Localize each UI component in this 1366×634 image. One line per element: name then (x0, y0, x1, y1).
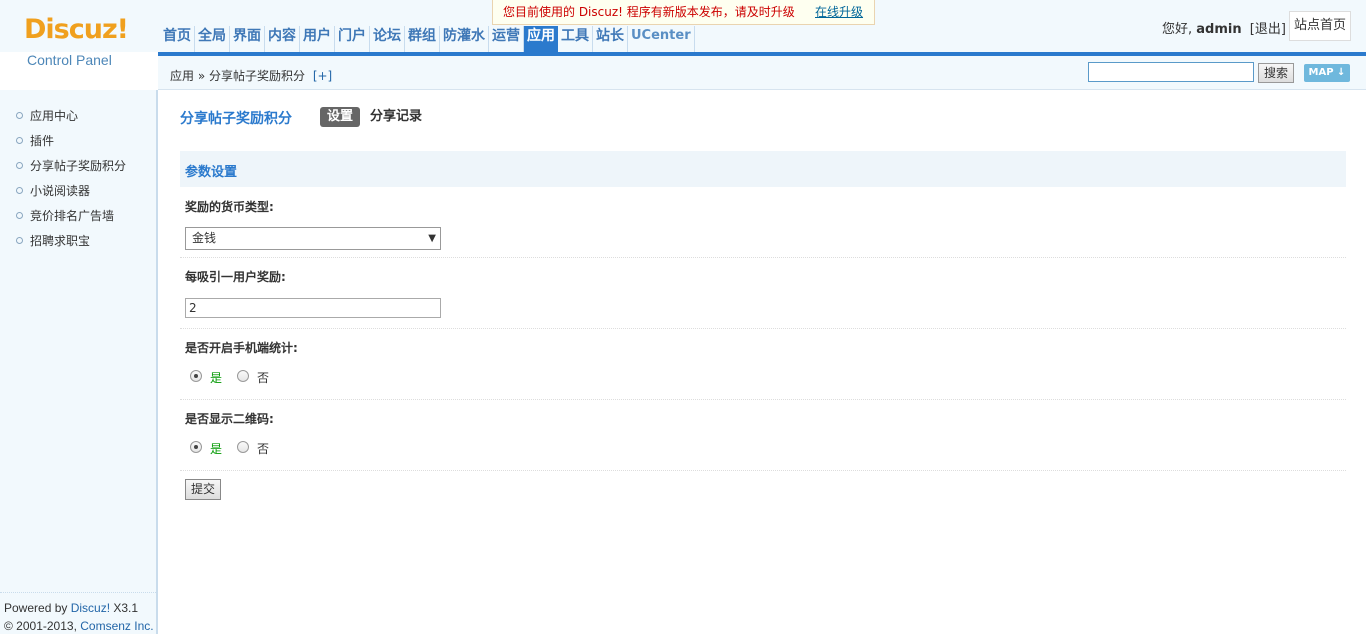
nav-antispam[interactable]: 防灌水 (440, 26, 489, 52)
nav-user[interactable]: 用户 (300, 26, 335, 52)
search-button[interactable]: 搜索 (1258, 63, 1294, 83)
mobile-stat-no-radio[interactable] (237, 370, 249, 382)
add-shortcut-link[interactable]: [+] (313, 69, 332, 83)
mobile-stat-yes-label[interactable]: 是 (210, 369, 222, 386)
copyright-prefix: © 2001-2013, (4, 619, 81, 633)
version-text: X3.1 (110, 601, 139, 615)
logo-subtitle: Control Panel (27, 52, 112, 68)
row-divider (180, 399, 1346, 400)
currency-type-select[interactable]: 金钱 ▼ (185, 227, 441, 250)
bullet-icon (16, 112, 23, 119)
bullet-icon (16, 237, 23, 244)
reward-per-user-label: 每吸引一用户奖励: (185, 270, 286, 284)
submit-button[interactable]: 提交 (185, 479, 221, 500)
breadcrumb-bar: 应用 » 分享帖子奖励积分 [+] 搜索 MAP ↓ (158, 56, 1366, 90)
nav-operation[interactable]: 运营 (489, 26, 524, 52)
sidebar-item-label: 竞价排名广告墙 (30, 209, 115, 223)
discuz-logo[interactable]: Discuz! (24, 16, 129, 43)
currency-selected-value: 金钱 (192, 231, 217, 245)
sidebar-item-label: 应用中心 (30, 109, 79, 123)
tab-share-records[interactable]: 分享记录 (370, 107, 422, 127)
section-title: 参数设置 (185, 165, 238, 180)
sidebar-item-label: 小说阅读器 (30, 184, 91, 198)
nav-portal[interactable]: 门户 (335, 26, 370, 52)
nav-tools[interactable]: 工具 (558, 26, 593, 52)
sidebar-item-label: 招聘求职宝 (30, 234, 91, 248)
footer-divider (0, 592, 158, 593)
search-input[interactable] (1088, 62, 1254, 82)
sidebar-item-app-center[interactable]: 应用中心 (16, 107, 78, 124)
qrcode-yes-label[interactable]: 是 (210, 440, 222, 457)
breadcrumb: 应用 » 分享帖子奖励积分 [+] (170, 67, 332, 84)
mobile-stat-label: 是否开启手机端统计: (185, 341, 298, 355)
tab-settings[interactable]: 设置 (320, 107, 361, 127)
username: admin (1196, 22, 1242, 37)
mobile-stat-no-label[interactable]: 否 (257, 369, 269, 386)
upgrade-link[interactable]: 在线升级 (815, 0, 863, 24)
site-home-button[interactable]: 站点首页 (1289, 11, 1351, 41)
qrcode-label: 是否显示二维码: (185, 412, 274, 426)
sidebar-item-share-reward[interactable]: 分享帖子奖励积分 (16, 157, 126, 174)
powered-by: Powered by Discuz! X3.1 (4, 599, 154, 617)
user-info: 您好, admin [退出] (1162, 18, 1286, 37)
bullet-icon (16, 187, 23, 194)
sidebar-item-recruit[interactable]: 招聘求职宝 (16, 232, 90, 249)
page-title: 分享帖子奖励积分 (180, 111, 292, 127)
qrcode-no-label[interactable]: 否 (257, 440, 269, 457)
row-divider (180, 470, 1346, 471)
comsenz-link[interactable]: Comsenz Inc. (80, 619, 153, 633)
reward-per-user-input[interactable]: 2 (185, 298, 441, 318)
sidebar-item-plugins[interactable]: 插件 (16, 132, 54, 149)
bullet-icon (16, 162, 23, 169)
nav-content[interactable]: 内容 (265, 26, 300, 52)
mobile-stat-yes-radio[interactable] (190, 370, 202, 382)
nav-style[interactable]: 界面 (230, 26, 265, 52)
top-nav: 首页 全局 界面 内容 用户 门户 论坛 群组 防灌水 运营 应用 工具 站长 … (160, 26, 695, 52)
nav-founder[interactable]: 站长 (593, 26, 628, 52)
greeting: 您好, (1162, 22, 1193, 37)
footer: Powered by Discuz! X3.1 © 2001-2013, Com… (4, 599, 154, 634)
qrcode-yes-radio[interactable] (190, 441, 202, 453)
row-divider (180, 257, 1346, 258)
bullet-icon (16, 212, 23, 219)
nav-group[interactable]: 群组 (405, 26, 440, 52)
bullet-icon (16, 137, 23, 144)
breadcrumb-text: 应用 » 分享帖子奖励积分 (170, 69, 305, 83)
sidebar: 应用中心 插件 分享帖子奖励积分 小说阅读器 竞价排名广告墙 招聘求职宝 (0, 90, 158, 634)
sidebar-item-label: 分享帖子奖励积分 (30, 159, 127, 173)
sidebar-item-novel-reader[interactable]: 小说阅读器 (16, 182, 90, 199)
powered-prefix: Powered by (4, 601, 71, 615)
discuz-link[interactable]: Discuz! (71, 601, 110, 615)
nav-global[interactable]: 全局 (195, 26, 230, 52)
map-button[interactable]: MAP ↓ (1304, 64, 1350, 82)
nav-forum[interactable]: 论坛 (370, 26, 405, 52)
sidebar-item-ad-wall[interactable]: 竞价排名广告墙 (16, 207, 114, 224)
sidebar-item-label: 插件 (30, 134, 55, 148)
dropdown-arrow-icon: ▼ (428, 233, 436, 244)
copyright: © 2001-2013, Comsenz Inc. (4, 617, 154, 634)
upgrade-notice: 您目前使用的 Discuz! 程序有新版本发布，请及时升级 在线升级 (492, 0, 875, 25)
nav-ucenter[interactable]: UCenter (628, 26, 695, 52)
notice-text: 您目前使用的 Discuz! 程序有新版本发布，请及时升级 (503, 5, 795, 19)
nav-home[interactable]: 首页 (160, 26, 195, 52)
qrcode-no-radio[interactable] (237, 441, 249, 453)
nav-plugin[interactable]: 应用 (524, 26, 558, 52)
section-header: 参数设置 (180, 151, 1346, 187)
logout-link[interactable]: [退出] (1250, 22, 1286, 37)
row-divider (180, 328, 1346, 329)
currency-type-label: 奖励的货币类型: (185, 200, 274, 214)
